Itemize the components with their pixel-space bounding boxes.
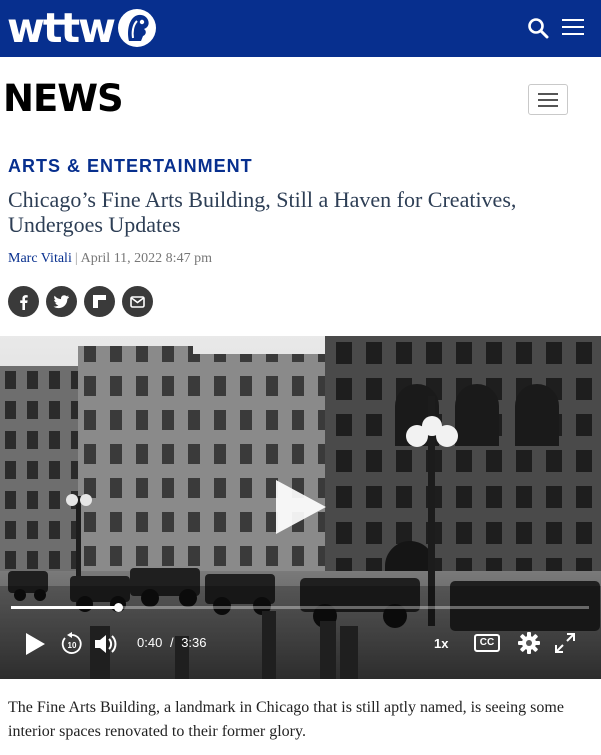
twitter-icon <box>53 295 69 309</box>
publish-date: April 11, 2022 8:47 pm <box>80 251 212 266</box>
article-summary: The Fine Arts Building, a landmark in Ch… <box>8 699 564 740</box>
volume-icon[interactable] <box>94 632 120 656</box>
video-progress-fill <box>11 606 118 609</box>
video-progress-bar[interactable] <box>11 603 589 612</box>
rewind-10-icon[interactable]: 10 <box>60 632 84 656</box>
closed-captions-button[interactable]: CC <box>474 634 500 652</box>
cc-label: CC <box>479 637 495 648</box>
flipboard-icon <box>93 295 106 308</box>
fullscreen-icon[interactable] <box>555 633 575 653</box>
video-time-display: 0:40 / 3:36 <box>137 635 207 650</box>
share-twitter-button[interactable] <box>46 286 77 317</box>
section-menu-button[interactable] <box>528 84 568 115</box>
share-flipboard-button[interactable] <box>84 286 115 317</box>
video-progress-knob[interactable] <box>113 603 123 612</box>
large-play-icon[interactable] <box>272 478 328 536</box>
current-time: 0:40 <box>137 635 163 650</box>
play-icon[interactable] <box>24 632 46 656</box>
svg-text:10: 10 <box>68 641 77 650</box>
share-facebook-button[interactable] <box>8 286 39 317</box>
hamburger-menu-icon[interactable] <box>562 19 584 37</box>
time-separator: / <box>169 635 174 650</box>
author-link[interactable]: Marc Vitali <box>8 251 72 266</box>
wttw-logo[interactable]: wttw <box>7 6 157 50</box>
share-buttons <box>8 286 153 317</box>
duration: 3:36 <box>181 635 207 650</box>
section-title[interactable]: NEWS <box>3 80 124 117</box>
article-category[interactable]: ARTS & ENTERTAINMENT <box>8 156 253 177</box>
pbs-head-icon <box>117 9 156 47</box>
logo-text: wttw <box>7 3 116 52</box>
byline: Marc Vitali | April 11, 2022 8:47 pm <box>8 251 212 267</box>
byline-separator: | <box>74 251 78 266</box>
facebook-icon <box>20 295 28 310</box>
search-icon[interactable] <box>527 17 549 39</box>
share-email-button[interactable] <box>122 286 153 317</box>
playback-speed-button[interactable]: 1x <box>434 636 448 651</box>
settings-gear-icon[interactable] <box>518 632 540 654</box>
email-icon <box>130 296 145 308</box>
article-headline: Chicago’s Fine Arts Building, Still a Ha… <box>8 187 517 237</box>
top-navigation-bar: wttw <box>0 0 601 57</box>
